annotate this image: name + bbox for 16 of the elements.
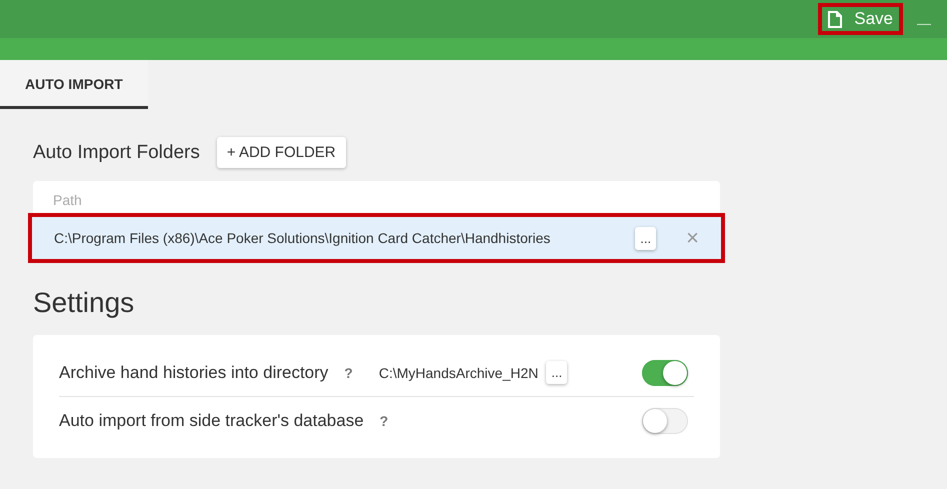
setting-label: Archive hand histories into directory (59, 362, 328, 382)
section-title: Auto Import Folders (33, 142, 200, 164)
setting-label: Auto import from side tracker's database (59, 410, 364, 430)
archive-path: C:\MyHandsArchive_H2N (378, 364, 538, 380)
folder-path: C:\Program Files (x86)\Ace Poker Solutions\Ignition Card Catcher\Handhistories (54, 230, 552, 246)
folder-row[interactable]: C:\Program Files (x86)\Ace Poker Solutions\Ignition Card Catcher\Handhistories ... × (32, 217, 721, 259)
help-icon[interactable]: ? (344, 364, 353, 380)
settings-title: Settings (33, 287, 136, 319)
toggle-switch[interactable] (642, 360, 688, 386)
browse-button[interactable]: ... (546, 361, 568, 384)
add-folder-button[interactable]: + ADD FOLDER (216, 137, 346, 168)
column-header: Path (52, 191, 83, 210)
document-icon (828, 10, 842, 28)
help-icon[interactable]: ? (380, 412, 388, 428)
toggle-switch[interactable] (642, 408, 688, 434)
browse-button[interactable]: ... (635, 226, 656, 250)
